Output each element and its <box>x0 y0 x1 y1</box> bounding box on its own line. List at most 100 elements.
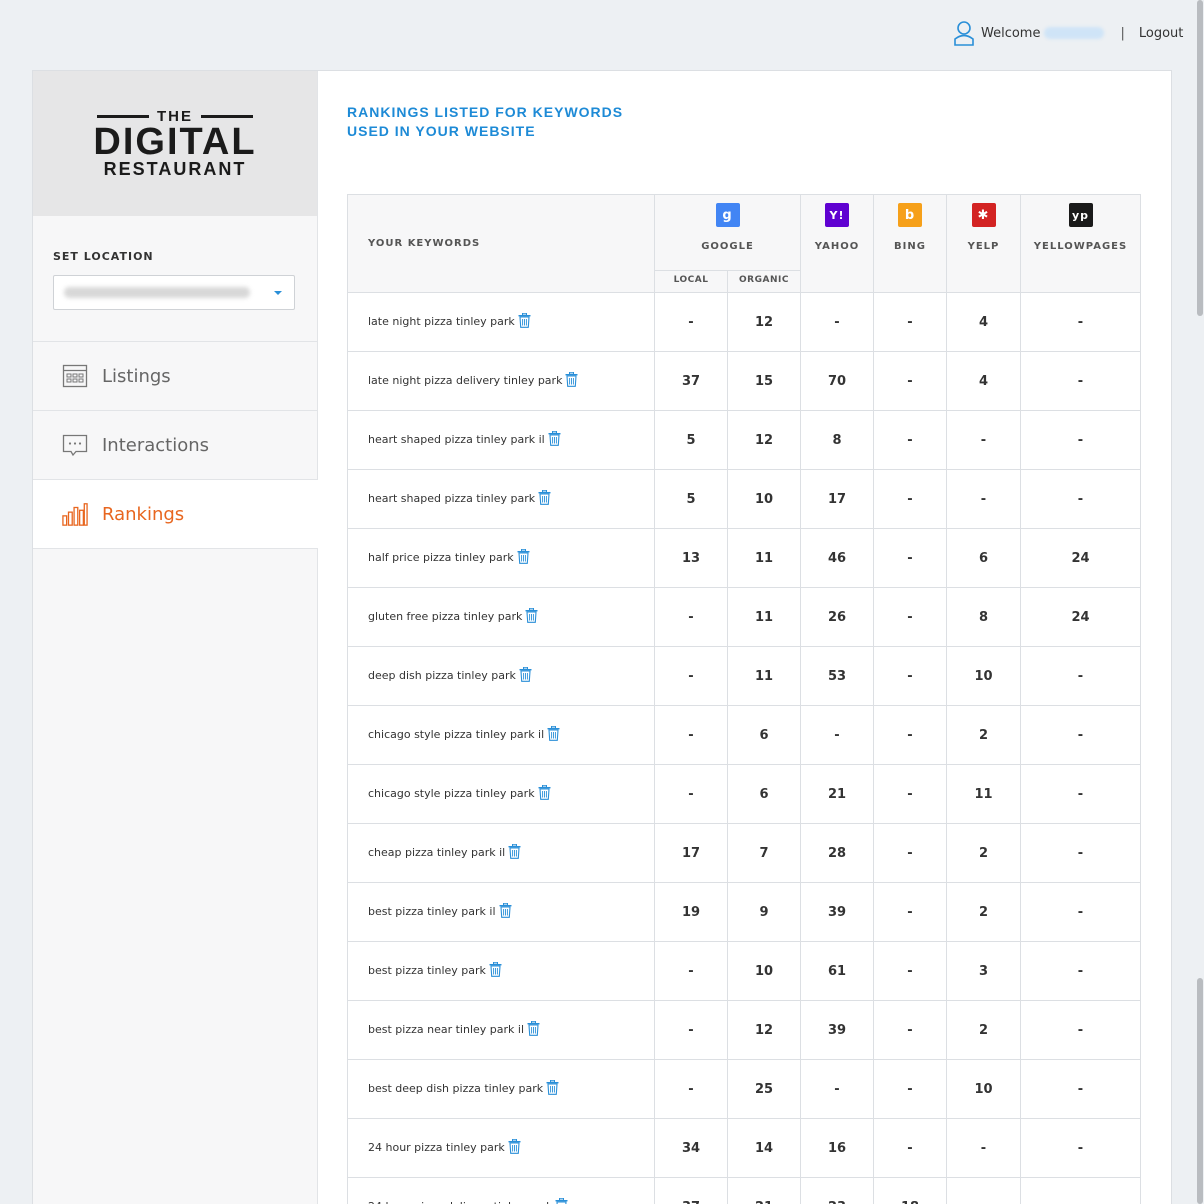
google-local-rank: - <box>654 292 728 352</box>
yellowpages-rank: - <box>1020 469 1141 529</box>
bing-label: BING <box>894 241 926 252</box>
keyword-text: gluten free pizza tinley park <box>368 610 523 623</box>
table-row: gluten free pizza tinley park -11 26-8 24 <box>347 587 1141 647</box>
google-organic-rank: 21 <box>727 1177 801 1204</box>
google-local-rank: 34 <box>654 1118 728 1178</box>
google-organic-rank: 11 <box>727 528 801 588</box>
page-scrollbar[interactable] <box>1195 0 1204 1204</box>
yahoo-rank: 53 <box>800 646 874 706</box>
logout-link[interactable]: Logout <box>1139 26 1184 41</box>
google-local-rank: - <box>654 941 728 1001</box>
yellowpages-column-header: yp YELLOWPAGES <box>1020 194 1141 293</box>
logo-text-digital: DIGITAL <box>93 121 257 163</box>
yahoo-rank: 16 <box>800 1118 874 1178</box>
keyword-text: heart shaped pizza tinley park <box>368 492 536 505</box>
location-value-redacted <box>64 287 250 298</box>
keyword-text: 24 hour pizza tinley park <box>368 1141 505 1154</box>
table-row: best pizza near tinley park il -12 39-2- <box>347 1000 1141 1060</box>
bar-chart-icon <box>62 501 88 527</box>
yelp-rank: 2 <box>946 823 1021 883</box>
google-organic-subheader: ORGANIC <box>727 270 801 293</box>
logo-text-restaurant: RESTAURANT <box>103 159 247 179</box>
chat-bubble-icon <box>62 432 88 458</box>
delete-keyword-trash-icon[interactable] <box>499 902 512 921</box>
scrollbar-thumb[interactable] <box>1197 978 1203 1204</box>
yellowpages-rank: - <box>1020 705 1141 765</box>
table-row: heart shaped pizza tinley park 5 10 17- - - <box>347 469 1141 529</box>
yahoo-rank: 61 <box>800 941 874 1001</box>
delete-keyword-trash-icon[interactable] <box>538 489 551 508</box>
google-organic-rank: 9 <box>727 882 801 942</box>
table-row: chicago style pizza tinley park -6 21-11- <box>347 764 1141 824</box>
yahoo-rank: 39 <box>800 882 874 942</box>
yahoo-rank: - <box>800 705 874 765</box>
delete-keyword-trash-icon[interactable] <box>518 312 531 331</box>
google-local-rank: 13 <box>654 528 728 588</box>
bing-rank: - <box>873 410 947 470</box>
logo-area: THE DIGITAL RESTAURANT <box>33 71 317 216</box>
bing-rank: - <box>873 941 947 1001</box>
yellowpages-rank: - <box>1020 351 1141 411</box>
yellowpages-rank: - <box>1020 292 1141 352</box>
delete-keyword-trash-icon[interactable] <box>517 548 530 567</box>
google-organic-rank: 12 <box>727 292 801 352</box>
google-organic-rank: 7 <box>727 823 801 883</box>
google-label: GOOGLE <box>701 241 754 252</box>
yahoo-rank: - <box>800 292 874 352</box>
google-local-rank: - <box>654 646 728 706</box>
rankings-table: YOUR KEYWORDS g GOOGLE Y! YAHOO b BING ✱… <box>347 194 1141 1204</box>
google-organic-rank: 15 <box>727 351 801 411</box>
delete-keyword-trash-icon[interactable] <box>548 430 561 449</box>
delete-keyword-trash-icon[interactable] <box>489 961 502 980</box>
google-organic-rank: 6 <box>727 705 801 765</box>
delete-keyword-trash-icon[interactable] <box>527 1020 540 1039</box>
user-icon <box>954 21 974 46</box>
top-bar: Welcome | Logout <box>0 0 1204 66</box>
google-organic-rank: 11 <box>727 646 801 706</box>
yellowpages-rank: - <box>1020 941 1141 1001</box>
sidebar-item-listings[interactable]: Listings <box>33 342 317 411</box>
rankings-table-body: late night pizza tinley park -12- -4- late … <box>347 292 1141 1204</box>
keyword-cell: best pizza near tinley park il <box>347 1000 655 1060</box>
location-dropdown[interactable] <box>53 275 295 310</box>
delete-keyword-trash-icon[interactable] <box>538 784 551 803</box>
yellowpages-rank: 24 <box>1020 587 1141 647</box>
google-local-rank: 5 <box>654 410 728 470</box>
yelp-rank <box>946 1177 1021 1204</box>
google-organic-rank: 25 <box>727 1059 801 1119</box>
calendar-icon <box>62 363 88 389</box>
google-local-rank: - <box>654 705 728 765</box>
delete-keyword-trash-icon[interactable] <box>555 1197 568 1204</box>
brand-logo[interactable]: THE DIGITAL RESTAURANT <box>93 108 256 179</box>
yahoo-rank: 39 <box>800 1000 874 1060</box>
delete-keyword-trash-icon[interactable] <box>519 666 532 685</box>
delete-keyword-trash-icon[interactable] <box>508 843 521 862</box>
yelp-rank: 6 <box>946 528 1021 588</box>
page-title-line2: USED IN YOUR WEBSITE <box>347 123 536 139</box>
sidebar: THE DIGITAL RESTAURANT SET LOCATION List… <box>33 71 318 1204</box>
delete-keyword-trash-icon[interactable] <box>547 725 560 744</box>
keyword-cell: half price pizza tinley park <box>347 528 655 588</box>
bing-rank: - <box>873 1059 947 1119</box>
keyword-cell: heart shaped pizza tinley park il <box>347 410 655 470</box>
keyword-text: cheap pizza tinley park il <box>368 846 506 859</box>
bing-rank: - <box>873 1118 947 1178</box>
table-row: 24 hour pizza tinley park 34 14 16- - - <box>347 1118 1141 1178</box>
yelp-rank: 2 <box>946 882 1021 942</box>
keyword-cell: gluten free pizza tinley park <box>347 587 655 647</box>
keyword-cell: 24 hour pizza tinley park <box>347 1118 655 1178</box>
yellowpages-icon: yp <box>1068 203 1093 227</box>
delete-keyword-trash-icon[interactable] <box>525 607 538 626</box>
scrollbar-thumb-upper[interactable] <box>1197 0 1203 316</box>
delete-keyword-trash-icon[interactable] <box>546 1079 559 1098</box>
keyword-cell: late night pizza delivery tinley park <box>347 351 655 411</box>
yellowpages-rank: 24 <box>1020 528 1141 588</box>
google-local-rank: 17 <box>654 823 728 883</box>
yahoo-rank: - <box>800 1059 874 1119</box>
bing-rank: - <box>873 292 947 352</box>
delete-keyword-trash-icon[interactable] <box>508 1138 521 1157</box>
chevron-down-icon <box>274 291 282 295</box>
sidebar-item-interactions[interactable]: Interactions <box>33 411 317 480</box>
sidebar-item-rankings[interactable]: Rankings <box>33 480 318 549</box>
delete-keyword-trash-icon[interactable] <box>565 371 578 390</box>
